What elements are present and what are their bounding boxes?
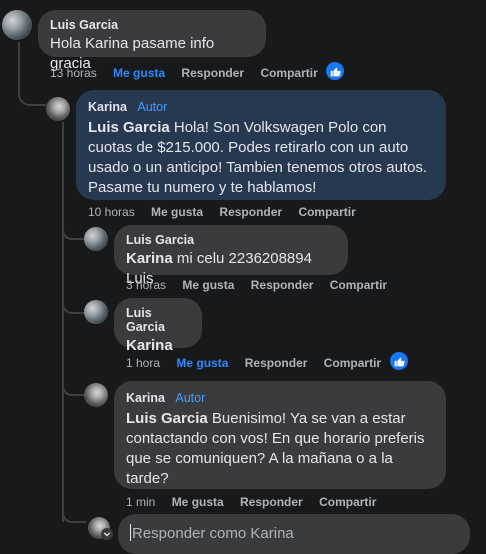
comment-text: Luis Garcia Hola! Son Volkswagen Polo co… [88,118,434,198]
thread-line-replies [62,122,64,522]
share-link[interactable]: Compartir [324,356,381,370]
comment-actions: 13 horas Me gusta Responder Compartir [50,66,331,80]
comment-time[interactable]: 13 horas [50,66,97,80]
share-link[interactable]: Compartir [260,66,317,80]
like-link[interactable]: Me gusta [172,495,224,509]
reply-link[interactable]: Responder [181,66,244,80]
share-link[interactable]: Compartir [298,205,355,219]
comment-text: Luis Garcia Buenisimo! Ya se van a estar… [126,409,434,489]
like-reaction-icon[interactable] [390,352,408,370]
reply-input[interactable]: Responder como Karina [118,514,470,554]
thread-branch-1 [62,222,86,240]
thread-line-main [18,42,46,106]
comment-bubble: Luis Garcia Karina mi celu 2236208894 Lu… [114,225,348,287]
avatar[interactable] [84,383,108,407]
thread-branch-3 [62,378,86,396]
reply-link[interactable]: Responder [219,205,282,219]
mention[interactable]: Luis Garcia [126,410,208,427]
avatar[interactable] [84,227,108,251]
comment-actions: 1 hora Me gusta Responder Compartir [126,356,394,370]
comment-bubble: Karina Autor Luis Garcia Hola! Son Volks… [76,90,446,200]
text-caret [130,524,131,541]
mention[interactable]: Luis Garcia [88,119,170,136]
mention[interactable]: Karina [126,250,173,267]
mention[interactable]: Karina [126,337,173,354]
comment-time[interactable]: 1 min [126,495,155,509]
like-link[interactable]: Me gusta [151,205,203,219]
author-badge: Autor [137,100,168,114]
comment-actions: 3 horas Me gusta Responder Compartir [126,278,400,292]
avatar[interactable] [84,300,108,324]
share-link[interactable]: Compartir [330,278,387,292]
comment-text: Karina [126,336,190,356]
like-reaction-icon[interactable] [326,62,344,80]
avatar-dropdown-icon[interactable] [101,528,113,540]
avatar[interactable] [2,10,32,40]
comment-bubble: Karina Autor Luis Garcia Buenisimo! Ya s… [114,381,446,489]
author-badge: Autor [175,391,206,405]
like-link[interactable]: Me gusta [113,66,165,80]
comment-bubble: Luis Garcia Hola Karina pasame info grac… [38,10,266,72]
comment-author[interactable]: Luis Garcia [126,233,336,247]
reply-link[interactable]: Responder [240,495,303,509]
like-link[interactable]: Me gusta [176,356,228,370]
thread-branch-4 [62,505,86,523]
like-link[interactable]: Me gusta [182,278,234,292]
comment-time[interactable]: 1 hora [126,356,160,370]
comment-actions: 10 horas Me gusta Responder Compartir [88,205,369,219]
reply-link[interactable]: Responder [251,278,314,292]
comment-author[interactable]: Karina [88,100,127,114]
comment-author[interactable]: Luis Garcia [126,306,190,334]
comment-author[interactable]: Luis Garcia [50,18,254,32]
comment-bubble: Luis Garcia Karina [114,298,202,354]
comment-time[interactable]: 3 horas [126,278,166,292]
comment-actions: 1 min Me gusta Responder Compartir [126,495,389,509]
share-link[interactable]: Compartir [319,495,376,509]
comment-time[interactable]: 10 horas [88,205,135,219]
reply-link[interactable]: Responder [245,356,308,370]
avatar[interactable] [46,97,70,121]
reply-placeholder: Responder como Karina [132,525,294,542]
thread-branch-2 [62,296,86,314]
comment-author[interactable]: Karina [126,391,165,405]
